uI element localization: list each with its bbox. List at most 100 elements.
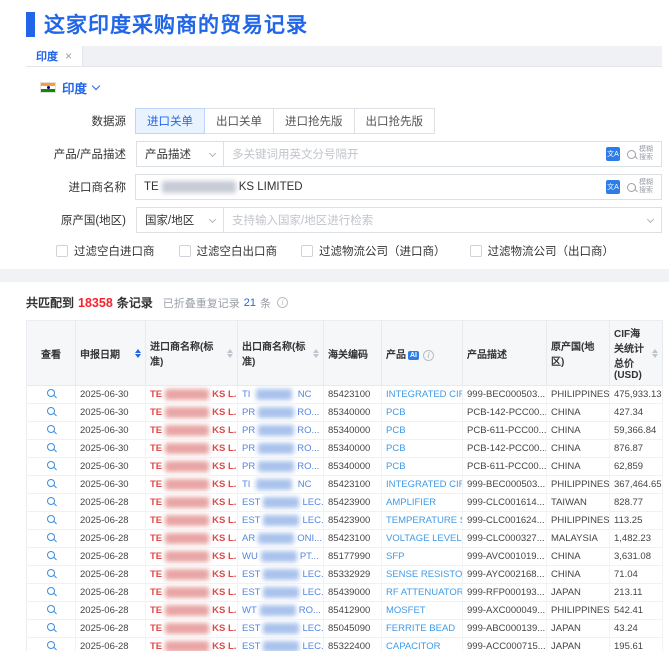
magnifier-view-icon[interactable] [47,407,55,416]
importer-name-input[interactable]: TE KS LIMITED 文A 模糊 搜索 [135,174,662,200]
product-cell[interactable]: FERRITE BEAD [381,619,463,639]
exporter-cell[interactable]: WT RO... [237,601,324,621]
product-cell[interactable]: SFP [381,547,463,567]
sort-icon[interactable] [227,348,233,358]
product-cell[interactable]: CAPACITOR [381,637,463,651]
origin-cell: CHINA [546,439,610,459]
translate-icon[interactable]: 文A [606,180,620,194]
column-date[interactable]: 申报日期 [75,320,146,386]
redacted-text-block [165,479,210,491]
origin-input-placeholder: 支持输入国家/地区进行检索 [232,215,374,227]
column-exporter[interactable]: 出口商名称(标准) [237,320,324,386]
description-cell: 999-CLC001614... [462,493,547,513]
magnifier-view-icon[interactable] [47,443,55,452]
sort-icon[interactable] [652,348,658,358]
datasource-option-export-preview[interactable]: 出口抢先版 [353,108,435,134]
fuzzy-search-toggle[interactable]: 模糊 搜索 [627,146,653,162]
magnifier-view-icon[interactable] [47,569,55,578]
datasource-option-import-preview[interactable]: 进口抢先版 [273,108,355,134]
tab-close-icon[interactable]: × [65,50,72,62]
exporter-cell[interactable]: AR ONI... [237,529,324,549]
magnifier-view-icon[interactable] [47,605,55,614]
magnifier-view-icon[interactable] [47,461,55,470]
view-cell [26,619,76,639]
magnifier-view-icon[interactable] [47,425,55,434]
country-selector[interactable]: 印度 [0,67,669,106]
info-icon[interactable]: i [277,297,289,308]
redacted-text-block [258,461,295,473]
product-cell[interactable]: RF ATTENUATOR [381,583,463,603]
tab-india[interactable]: 印度 × [26,46,84,66]
exporter-cell[interactable]: PR RO... [237,403,324,423]
checkbox-filter-blank-exporter[interactable]: 过滤空白出口商 [178,243,277,259]
product-cell[interactable]: INTEGRATED CIRC... [381,385,463,405]
datasource-row: 数据源 进口关单 出口关单 进口抢先版 出口抢先版 [26,108,662,134]
exporter-cell[interactable]: WU PT... [237,547,324,567]
checkbox-filter-logistics-exporter[interactable]: 过滤物流公司（出口商） [469,243,614,259]
magnifier-view-icon[interactable] [47,551,55,560]
column-importer[interactable]: 进口商名称(标准) [145,320,238,386]
magnifier-view-icon[interactable] [47,587,55,596]
product-type-select[interactable]: 产品描述 [136,141,224,167]
origin-type-select[interactable]: 国家/地区 [136,207,224,233]
origin-cell: JAPAN [546,619,610,639]
product-cell[interactable]: AMPLIFIER [381,493,463,513]
exporter-cell[interactable]: ESTLEC... [237,619,324,639]
magnifier-view-icon[interactable] [47,533,55,542]
table-row: 2025-06-28TEKS L...ESTLEC...85322400CAPA… [26,637,663,651]
translate-icon[interactable]: 文A [606,147,620,161]
exporter-cell[interactable]: TI NC [237,475,324,495]
sort-icon[interactable] [313,348,319,358]
magnifier-view-icon[interactable] [47,641,55,650]
product-keyword-input[interactable]: 多关键词用英文分号隔开 文A 模糊 搜索 [223,141,662,167]
exporter-cell[interactable]: TI NC [237,385,324,405]
exporter-cell[interactable]: PR RO... [237,439,324,459]
hs-code-cell: 85423900 [323,493,382,513]
exporter-cell[interactable]: ESTLEC... [237,583,324,603]
magnifier-view-icon[interactable] [47,497,55,506]
redacted-text-block [165,623,210,635]
exporter-cell[interactable]: ESTLEC... [237,493,324,513]
magnifier-view-icon[interactable] [47,515,55,524]
product-cell[interactable]: PCB [381,403,463,423]
magnifier-view-icon[interactable] [47,479,55,488]
product-cell[interactable]: INTEGRATED CIRC... [381,475,463,495]
importer-cell: TEKS L... [145,511,238,531]
matched-count: 18358 [78,295,113,310]
column-cif-total[interactable]: CIF海关统计 总价(USD) [609,320,663,386]
fuzzy-search-toggle[interactable]: 模糊 搜索 [627,179,653,195]
exporter-cell[interactable]: ESTLEC... [237,637,324,651]
origin-filter-row: 原产国(地区) 国家/地区 支持输入国家/地区进行检索 [26,207,662,233]
magnifier-view-icon[interactable] [47,623,55,632]
datasource-option-import-customs[interactable]: 进口关单 [135,108,205,134]
info-icon[interactable]: i [423,349,434,361]
product-cell[interactable]: PCB [381,439,463,459]
date-cell: 2025-06-30 [75,385,146,405]
origin-country-input[interactable]: 支持输入国家/地区进行检索 [223,207,662,233]
magnifier-view-icon[interactable] [47,389,55,397]
cif-cell: 1,482.23 [609,529,663,549]
description-cell: 999-ACC000715... [462,637,547,651]
redacted-text-block [165,605,210,617]
origin-cell: PHILIPPINES [546,475,610,495]
product-cell[interactable]: TEMPERATURE SE... [381,511,463,531]
checkbox-filter-blank-importer[interactable]: 过滤空白进口商 [56,243,155,259]
product-cell[interactable]: PCB [381,457,463,477]
product-cell[interactable]: SENSE RESISTOR [381,565,463,585]
redacted-text-block [165,587,210,599]
exporter-cell[interactable]: PR RO... [237,457,324,477]
cif-cell: 62,859 [609,457,663,477]
origin-cell: PHILIPPINES [546,511,610,531]
exporter-cell[interactable]: ESTLEC... [237,565,324,585]
sort-icon[interactable] [135,348,141,358]
exporter-cell[interactable]: ESTLEC... [237,511,324,531]
redacted-text-block [258,407,295,419]
product-cell[interactable]: PCB [381,421,463,441]
table-row: 2025-06-28TEKS L...WTRO...85412900MOSFET… [26,601,663,621]
datasource-option-export-customs[interactable]: 出口关单 [204,108,274,134]
product-cell[interactable]: MOSFET [381,601,463,621]
exporter-cell[interactable]: PR RO... [237,421,324,441]
importer-cell: TEKS L... [145,547,238,567]
checkbox-filter-logistics-importer[interactable]: 过滤物流公司（进口商） [301,243,446,259]
product-cell[interactable]: VOLTAGE LEVEL T... [381,529,463,549]
